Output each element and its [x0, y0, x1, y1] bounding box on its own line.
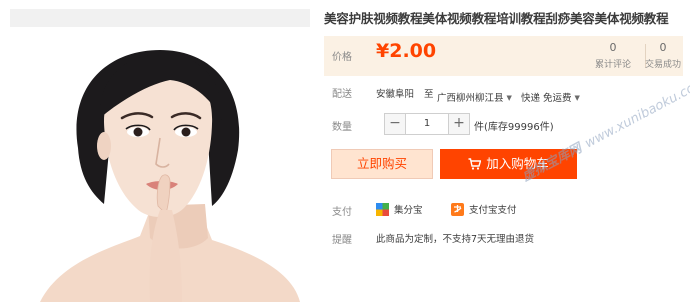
- stock-text: 件(库存99996件): [474, 122, 554, 133]
- payment-label: 支付: [332, 207, 352, 218]
- buy-now-button[interactable]: 立即购买: [331, 149, 433, 179]
- payment-row: 支付 集分宝 支付宝支付: [324, 199, 684, 219]
- stat-transactions-label: 交易成功: [644, 60, 681, 70]
- quantity-stepper: − 1 +: [384, 113, 470, 135]
- chevron-down-icon: ▼: [506, 94, 512, 102]
- add-to-cart-button[interactable]: 加入购物车: [440, 149, 577, 179]
- quantity-input[interactable]: 1: [406, 113, 448, 135]
- destination-select[interactable]: 广西柳州柳江县 ▼: [437, 86, 512, 105]
- chevron-down-icon: ▼: [574, 94, 580, 102]
- stat-reviews-label: 累计评论: [594, 60, 631, 70]
- stat-transactions[interactable]: 0 交易成功: [639, 41, 687, 70]
- product-gallery: [0, 0, 318, 302]
- price-label: 价格: [332, 52, 352, 63]
- shipping-row: 配送 安徽阜阳 至 广西柳州柳江县 ▼ 快递 免运费 ▼: [324, 81, 684, 104]
- payment-method-alipay[interactable]: 支付宝支付: [451, 202, 517, 216]
- stat-reviews-count: 0: [609, 41, 617, 54]
- product-info-panel: 美容护肤视频教程美体视频教程培训教程刮痧美容美体视频教程 价格 ¥2.00 0 …: [318, 0, 690, 302]
- shipping-to-word: 至: [424, 89, 434, 100]
- jifenbao-label: 集分宝: [394, 205, 423, 216]
- jifenbao-icon: [376, 202, 389, 216]
- price-panel: 价格 ¥2.00 0 累计评论 0 交易成功: [324, 36, 683, 76]
- shipping-method-select[interactable]: 快递 免运费 ▼: [521, 86, 580, 105]
- quantity-increase-button[interactable]: +: [448, 113, 470, 135]
- alipay-label: 支付宝支付: [469, 205, 517, 216]
- destination-value: 广西柳州柳江县: [437, 93, 504, 104]
- stat-transactions-count: 0: [659, 41, 667, 54]
- product-photo[interactable]: [0, 0, 318, 302]
- notice-text: 此商品为定制，不支持7天无理由退货: [376, 234, 535, 245]
- payment-method-jifenbao[interactable]: 集分宝: [376, 202, 423, 216]
- shipping-from: 安徽阜阳: [376, 89, 415, 100]
- quantity-decrease-button[interactable]: −: [384, 113, 406, 135]
- cart-icon: [468, 158, 482, 170]
- quantity-row: 数量 − 1 + 件(库存99996件): [324, 113, 684, 135]
- product-title[interactable]: 美容护肤视频教程美体视频教程培训教程刮痧美容美体视频教程: [324, 8, 690, 27]
- add-to-cart-label: 加入购物车: [486, 156, 549, 171]
- price-value: ¥2.00: [376, 40, 437, 62]
- quantity-label: 数量: [332, 122, 352, 133]
- stat-reviews[interactable]: 0 累计评论: [589, 41, 637, 70]
- shipping-method-value: 快递 免运费: [521, 93, 572, 104]
- notice-label: 提醒: [332, 235, 352, 246]
- alipay-icon: [451, 202, 464, 216]
- notice-row: 提醒 此商品为定制，不支持7天无理由退货: [324, 227, 684, 247]
- shipping-label: 配送: [332, 89, 352, 100]
